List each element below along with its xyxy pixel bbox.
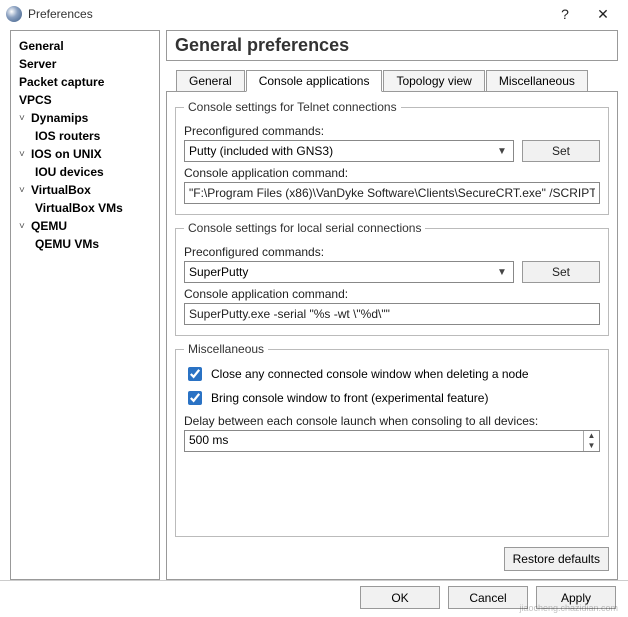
- sidebar: General Server Packet capture VPCS Dynam…: [10, 30, 160, 580]
- close-icon[interactable]: ✕: [584, 1, 622, 27]
- sidebar-item-general[interactable]: General: [15, 37, 155, 55]
- serial-cmd-input[interactable]: [184, 303, 600, 325]
- chk-bring-front[interactable]: [188, 391, 202, 405]
- sidebar-item-server[interactable]: Server: [15, 55, 155, 73]
- app-icon: [6, 6, 22, 22]
- chk-bring-front-label: Bring console window to front (experimen…: [211, 391, 488, 405]
- tab-topology-view[interactable]: Topology view: [383, 70, 484, 92]
- chevron-down-icon[interactable]: ▼: [584, 441, 599, 451]
- telnet-cmd-label: Console application command:: [184, 166, 600, 180]
- telnet-preconf-value: Putty (included with GNS3): [189, 144, 495, 158]
- serial-preconf-label: Preconfigured commands:: [184, 245, 600, 259]
- serial-cmd-label: Console application command:: [184, 287, 600, 301]
- group-misc-legend: Miscellaneous: [184, 342, 268, 356]
- spinner-buttons[interactable]: ▲▼: [583, 431, 599, 451]
- sidebar-item-virtualbox-vms[interactable]: VirtualBox VMs: [15, 199, 155, 217]
- tab-body: Console settings for Telnet connections …: [166, 91, 618, 580]
- delay-spinner[interactable]: 500 ms ▲▼: [184, 430, 600, 452]
- group-serial-legend: Console settings for local serial connec…: [184, 221, 425, 235]
- group-misc: Miscellaneous Close any connected consol…: [175, 342, 609, 537]
- sidebar-item-virtualbox[interactable]: VirtualBox: [15, 181, 155, 199]
- restore-defaults-button[interactable]: Restore defaults: [504, 547, 609, 571]
- serial-preconf-value: SuperPutty: [189, 265, 495, 279]
- sidebar-item-packet-capture[interactable]: Packet capture: [15, 73, 155, 91]
- chk-close-console[interactable]: [188, 367, 202, 381]
- telnet-cmd-input[interactable]: [184, 182, 600, 204]
- sidebar-item-iou-devices[interactable]: IOU devices: [15, 163, 155, 181]
- sidebar-item-vpcs[interactable]: VPCS: [15, 91, 155, 109]
- page-title: General preferences: [166, 30, 618, 61]
- chk-close-console-label: Close any connected console window when …: [211, 367, 529, 381]
- sidebar-item-dynamips[interactable]: Dynamips: [15, 109, 155, 127]
- tabs: General Console applications Topology vi…: [166, 69, 618, 91]
- sidebar-item-qemu-vms[interactable]: QEMU VMs: [15, 235, 155, 253]
- telnet-set-button[interactable]: Set: [522, 140, 600, 162]
- delay-label: Delay between each console launch when c…: [184, 414, 600, 428]
- tab-general[interactable]: General: [176, 70, 245, 92]
- group-telnet: Console settings for Telnet connections …: [175, 100, 609, 215]
- chevron-down-icon: ▼: [495, 267, 509, 278]
- group-telnet-legend: Console settings for Telnet connections: [184, 100, 401, 114]
- help-icon[interactable]: ?: [546, 1, 584, 27]
- sidebar-item-qemu[interactable]: QEMU: [15, 217, 155, 235]
- chevron-down-icon: ▼: [495, 146, 509, 157]
- serial-set-button[interactable]: Set: [522, 261, 600, 283]
- tab-miscellaneous[interactable]: Miscellaneous: [486, 70, 588, 92]
- apply-button[interactable]: Apply: [536, 586, 616, 609]
- group-serial: Console settings for local serial connec…: [175, 221, 609, 336]
- footer: OK Cancel Apply: [0, 580, 628, 614]
- serial-preconf-combo[interactable]: SuperPutty ▼: [184, 261, 514, 283]
- telnet-preconf-combo[interactable]: Putty (included with GNS3) ▼: [184, 140, 514, 162]
- tab-console-applications[interactable]: Console applications: [246, 70, 383, 92]
- ok-button[interactable]: OK: [360, 586, 440, 609]
- window-title: Preferences: [28, 7, 93, 21]
- cancel-button[interactable]: Cancel: [448, 586, 528, 609]
- titlebar: Preferences ? ✕: [0, 0, 628, 28]
- chevron-up-icon[interactable]: ▲: [584, 431, 599, 441]
- telnet-preconf-label: Preconfigured commands:: [184, 124, 600, 138]
- delay-value: 500 ms: [185, 431, 583, 451]
- sidebar-item-ios-on-unix[interactable]: IOS on UNIX: [15, 145, 155, 163]
- sidebar-item-ios-routers[interactable]: IOS routers: [15, 127, 155, 145]
